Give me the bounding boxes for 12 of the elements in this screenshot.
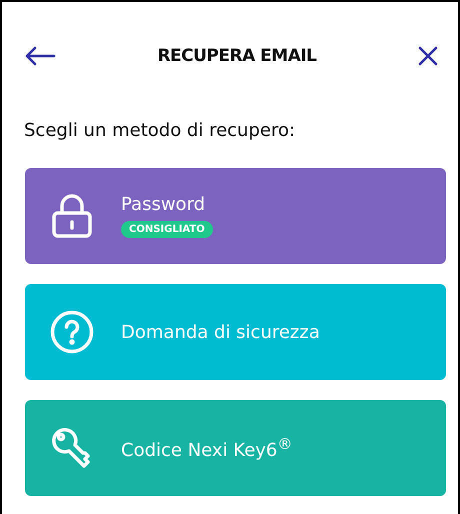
screen-title: RECUPERA EMAIL [157,46,317,66]
recommended-badge: CONSIGLIATO [121,221,213,238]
close-button[interactable] [418,46,438,66]
recovery-method-card[interactable]: Codice Nexi Key6$^{®}$ [25,400,446,496]
recovery-method-card[interactable]: Domanda di sicurezza [25,284,446,380]
method-label: Domanda di sicurezza [121,322,320,342]
recovery-method-card[interactable]: Password CONSIGLIATO [25,168,446,264]
method-label: Password [121,194,206,215]
question-mark-icon [49,309,95,355]
back-button[interactable] [24,46,56,66]
method-label: Codice Nexi Key6$^{®}$ [121,435,292,461]
instruction-text: Scegli un metodo di recupero: [24,120,296,141]
